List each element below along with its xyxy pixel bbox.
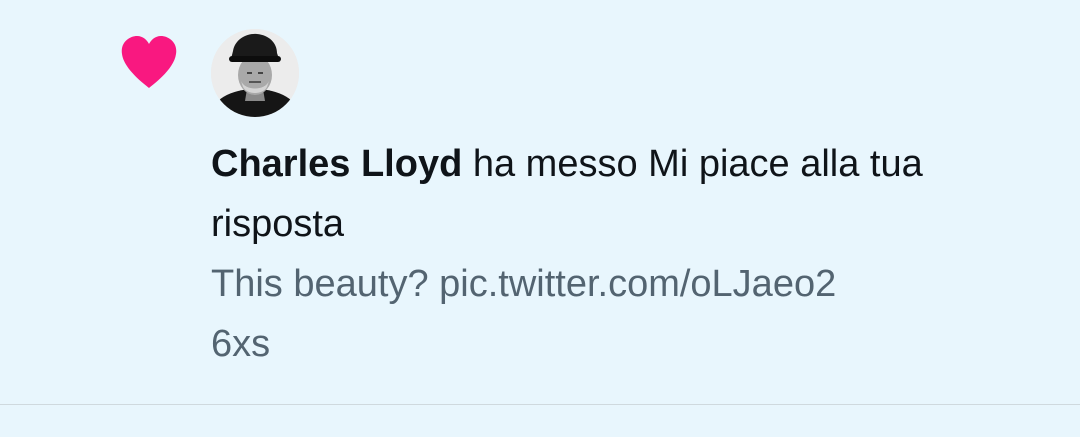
avatar[interactable] (211, 29, 299, 117)
notification-message: Charles Lloyd ha messo Mi piace alla tua… (211, 134, 1031, 254)
divider (0, 404, 1080, 405)
actor-name[interactable]: Charles Lloyd (211, 143, 462, 185)
liked-tweet-text: This beauty? pic.twitter.com/oLJaeo26xs (211, 263, 837, 365)
heart-icon (120, 36, 178, 90)
like-notification[interactable]: Charles Lloyd ha messo Mi piace alla tua… (0, 0, 1080, 404)
